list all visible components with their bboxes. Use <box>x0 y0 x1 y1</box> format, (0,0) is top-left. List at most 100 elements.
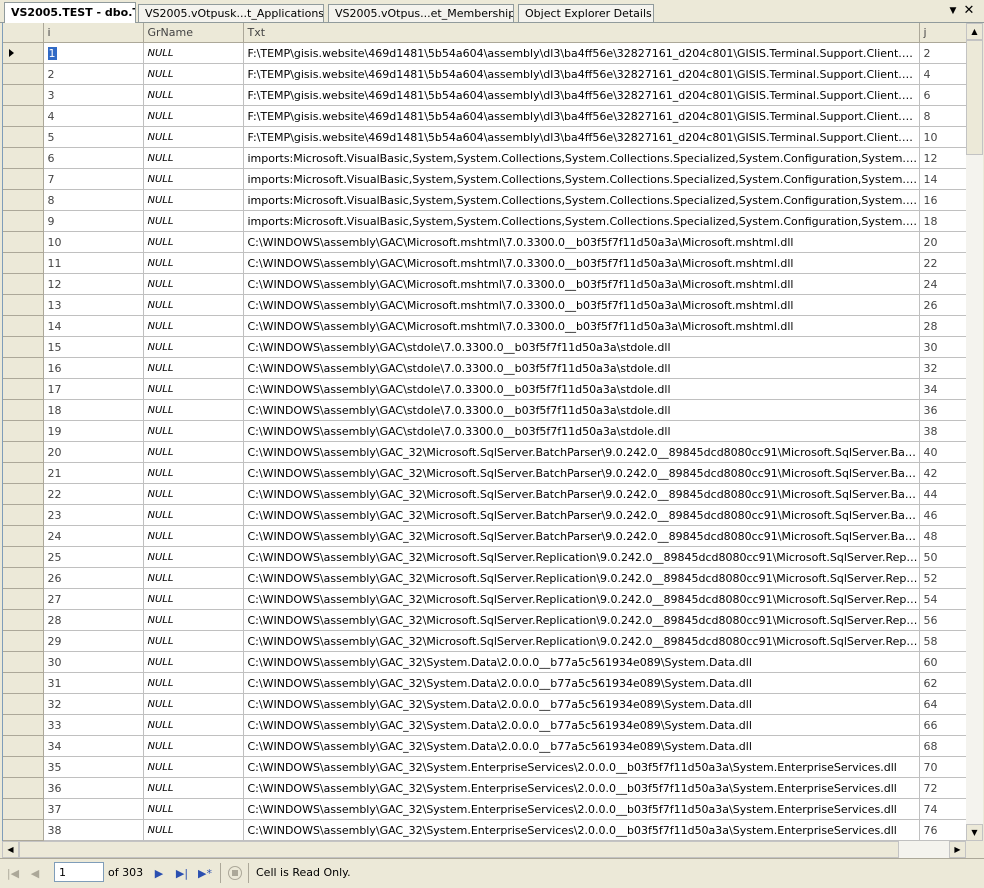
cell-txt[interactable]: imports:Microsoft.VisualBasic,System,Sys… <box>243 168 920 190</box>
cell-j[interactable]: 12 <box>919 147 966 169</box>
new-record-icon[interactable]: ▶* <box>196 865 214 883</box>
cell-txt[interactable]: C:\WINDOWS\assembly\GAC\stdole\7.0.3300.… <box>243 357 920 379</box>
row-selector[interactable] <box>3 651 44 673</box>
cell-grname[interactable]: NULL <box>143 714 244 736</box>
cell-j[interactable]: 66 <box>919 714 966 736</box>
cell-j[interactable]: 26 <box>919 294 966 316</box>
column-header-grname[interactable]: GrName <box>143 23 244 43</box>
table-row[interactable]: 22 NULL C:\WINDOWS\assembly\GAC_32\Microso… <box>3 483 966 505</box>
row-selector[interactable] <box>3 798 44 820</box>
cell-j[interactable]: 24 <box>919 273 966 295</box>
cell-j[interactable]: 6 <box>919 84 966 106</box>
first-record-icon[interactable]: |◀ <box>4 865 22 883</box>
cell-i[interactable]: 1 <box>43 42 144 64</box>
cell-txt[interactable]: C:\WINDOWS\assembly\GAC_32\Microsoft.Sql… <box>243 630 920 652</box>
cell-grname[interactable]: NULL <box>143 483 244 505</box>
stop-icon[interactable] <box>228 866 242 880</box>
cell-grname[interactable]: NULL <box>143 756 244 778</box>
cell-grname[interactable]: NULL <box>143 42 244 64</box>
horizontal-scrollbar[interactable]: ◀ ▶ <box>2 841 966 858</box>
column-header-j[interactable]: j <box>919 23 966 43</box>
cell-grname[interactable]: NULL <box>143 378 244 400</box>
tab-object-explorer-details[interactable]: Object Explorer Details <box>518 4 654 22</box>
table-row[interactable]: 29 NULL C:\WINDOWS\assembly\GAC_32\Microso… <box>3 630 966 652</box>
cell-txt[interactable]: C:\WINDOWS\assembly\GAC\stdole\7.0.3300.… <box>243 399 920 421</box>
cell-grname[interactable]: NULL <box>143 126 244 148</box>
cell-j[interactable]: 28 <box>919 315 966 337</box>
cell-txt[interactable]: C:\WINDOWS\assembly\GAC_32\Microsoft.Sql… <box>243 462 920 484</box>
cell-grname[interactable]: NULL <box>143 105 244 127</box>
row-selector[interactable] <box>3 336 44 358</box>
cell-j[interactable]: 44 <box>919 483 966 505</box>
table-row[interactable]: 33 NULL C:\WINDOWS\assembly\GAC_32\System.… <box>3 714 966 736</box>
cell-j[interactable]: 52 <box>919 567 966 589</box>
vertical-scrollbar[interactable]: ▲ ▼ <box>966 23 983 841</box>
cell-j[interactable]: 36 <box>919 399 966 421</box>
cell-txt[interactable]: imports:Microsoft.VisualBasic,System,Sys… <box>243 189 920 211</box>
column-header-i[interactable]: i <box>43 23 144 43</box>
cell-txt[interactable]: C:\WINDOWS\assembly\GAC_32\Microsoft.Sql… <box>243 609 920 631</box>
cell-j[interactable]: 68 <box>919 735 966 757</box>
table-row[interactable]: 37 NULL C:\WINDOWS\assembly\GAC_32\System.… <box>3 798 966 820</box>
cell-i[interactable]: 14 <box>43 315 144 337</box>
table-row[interactable]: 11 NULL C:\WINDOWS\assembly\GAC\Microsoft.… <box>3 252 966 274</box>
tab-applications[interactable]: VS2005.vOtpusk...t_Applications <box>138 4 324 22</box>
cell-i[interactable]: 3 <box>43 84 144 106</box>
cell-j[interactable]: 32 <box>919 357 966 379</box>
cell-j[interactable]: 74 <box>919 798 966 820</box>
cell-i[interactable]: 18 <box>43 399 144 421</box>
cell-j[interactable]: 30 <box>919 336 966 358</box>
cell-i[interactable]: 21 <box>43 462 144 484</box>
cell-txt[interactable]: C:\WINDOWS\assembly\GAC_32\Microsoft.Sql… <box>243 588 920 610</box>
cell-grname[interactable]: NULL <box>143 147 244 169</box>
cell-i[interactable]: 11 <box>43 252 144 274</box>
table-row[interactable]: 35 NULL C:\WINDOWS\assembly\GAC_32\System.… <box>3 756 966 778</box>
previous-record-icon[interactable]: ◀ <box>26 865 44 883</box>
cell-grname[interactable]: NULL <box>143 546 244 568</box>
cell-i[interactable]: 13 <box>43 294 144 316</box>
cell-j[interactable]: 50 <box>919 546 966 568</box>
cell-j[interactable]: 40 <box>919 441 966 463</box>
row-selector[interactable] <box>3 504 44 526</box>
row-selector[interactable] <box>3 420 44 442</box>
cell-j[interactable]: 70 <box>919 756 966 778</box>
cell-j[interactable]: 58 <box>919 630 966 652</box>
cell-i[interactable]: 38 <box>43 819 144 841</box>
cell-grname[interactable]: NULL <box>143 567 244 589</box>
cell-j[interactable]: 22 <box>919 252 966 274</box>
cell-j[interactable]: 76 <box>919 819 966 841</box>
cell-j[interactable]: 56 <box>919 609 966 631</box>
tab-test-table[interactable]: VS2005.TEST - dbo.T <box>4 2 136 23</box>
cell-j[interactable]: 72 <box>919 777 966 799</box>
table-row[interactable]: 10 NULL C:\WINDOWS\assembly\GAC\Microsoft.… <box>3 231 966 253</box>
cell-j[interactable]: 20 <box>919 231 966 253</box>
table-row[interactable]: 38 NULL C:\WINDOWS\assembly\GAC_32\System.… <box>3 819 966 841</box>
cell-j[interactable]: 16 <box>919 189 966 211</box>
cell-grname[interactable]: NULL <box>143 504 244 526</box>
table-row[interactable]: 19 NULL C:\WINDOWS\assembly\GAC\stdole\7.0… <box>3 420 966 442</box>
cell-grname[interactable]: NULL <box>143 819 244 841</box>
row-selector[interactable] <box>3 546 44 568</box>
cell-txt[interactable]: F:\TEMP\gisis.website\469d1481\5b54a604\… <box>243 63 920 85</box>
cell-i[interactable]: 15 <box>43 336 144 358</box>
cell-i[interactable]: 5 <box>43 126 144 148</box>
cell-i[interactable]: 28 <box>43 609 144 631</box>
row-selector[interactable] <box>3 756 44 778</box>
last-record-icon[interactable]: ▶| <box>173 865 191 883</box>
cell-j[interactable]: 62 <box>919 672 966 694</box>
cell-grname[interactable]: NULL <box>143 735 244 757</box>
row-selector[interactable] <box>3 294 44 316</box>
table-row[interactable]: 16 NULL C:\WINDOWS\assembly\GAC\stdole\7.0… <box>3 357 966 379</box>
horizontal-scroll-thumb[interactable] <box>19 841 899 858</box>
cell-txt[interactable]: C:\WINDOWS\assembly\GAC_32\Microsoft.Sql… <box>243 525 920 547</box>
tab-dropdown-icon[interactable]: ▼ <box>946 4 960 18</box>
cell-txt[interactable]: C:\WINDOWS\assembly\GAC\stdole\7.0.3300.… <box>243 336 920 358</box>
row-selector[interactable] <box>3 168 44 190</box>
table-row[interactable]: 34 NULL C:\WINDOWS\assembly\GAC_32\System.… <box>3 735 966 757</box>
row-selector[interactable] <box>3 378 44 400</box>
row-selector[interactable] <box>3 189 44 211</box>
cell-j[interactable]: 48 <box>919 525 966 547</box>
table-row[interactable]: 26 NULL C:\WINDOWS\assembly\GAC_32\Microso… <box>3 567 966 589</box>
cell-txt[interactable]: C:\WINDOWS\assembly\GAC\stdole\7.0.3300.… <box>243 420 920 442</box>
cell-grname[interactable]: NULL <box>143 84 244 106</box>
